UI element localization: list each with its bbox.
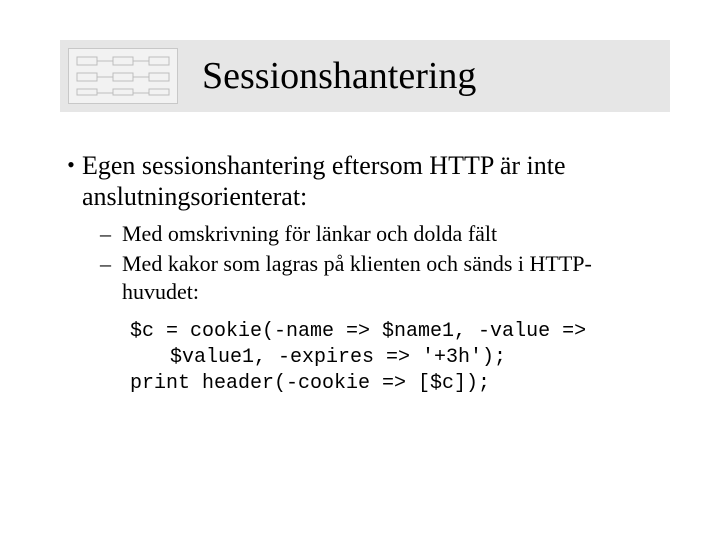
dash-icon: – [100, 250, 122, 278]
code-line: $c = cookie(-name => $name1, -value => $… [130, 319, 650, 371]
bullet-level1-text: Egen sessionshantering eftersom HTTP är … [82, 150, 660, 212]
bullet-level2-item: – Med omskrivning för länkar och dolda f… [100, 220, 660, 248]
slide: Sessionshantering • Egen sessionshanteri… [0, 0, 720, 540]
slide-title: Sessionshantering [202, 54, 476, 98]
bullet-level2-list: – Med omskrivning för länkar och dolda f… [100, 220, 660, 305]
bullet-level1: • Egen sessionshantering eftersom HTTP ä… [60, 150, 660, 397]
bullet-level2-item: – Med kakor som lagras på klienten och s… [100, 250, 660, 305]
code-line: print header(-cookie => [$c]); [130, 371, 650, 397]
bullet-level2-text: Med kakor som lagras på klienten och sän… [122, 250, 660, 305]
bullet-dot-icon: • [60, 150, 82, 180]
slide-body: • Egen sessionshantering eftersom HTTP ä… [60, 140, 660, 405]
code-block: $c = cookie(-name => $name1, -value => $… [130, 319, 650, 397]
dash-icon: – [100, 220, 122, 248]
title-bar: Sessionshantering [60, 40, 670, 112]
bullet-level2-text: Med omskrivning för länkar och dolda fäl… [122, 220, 660, 248]
diagram-icon [68, 48, 178, 104]
